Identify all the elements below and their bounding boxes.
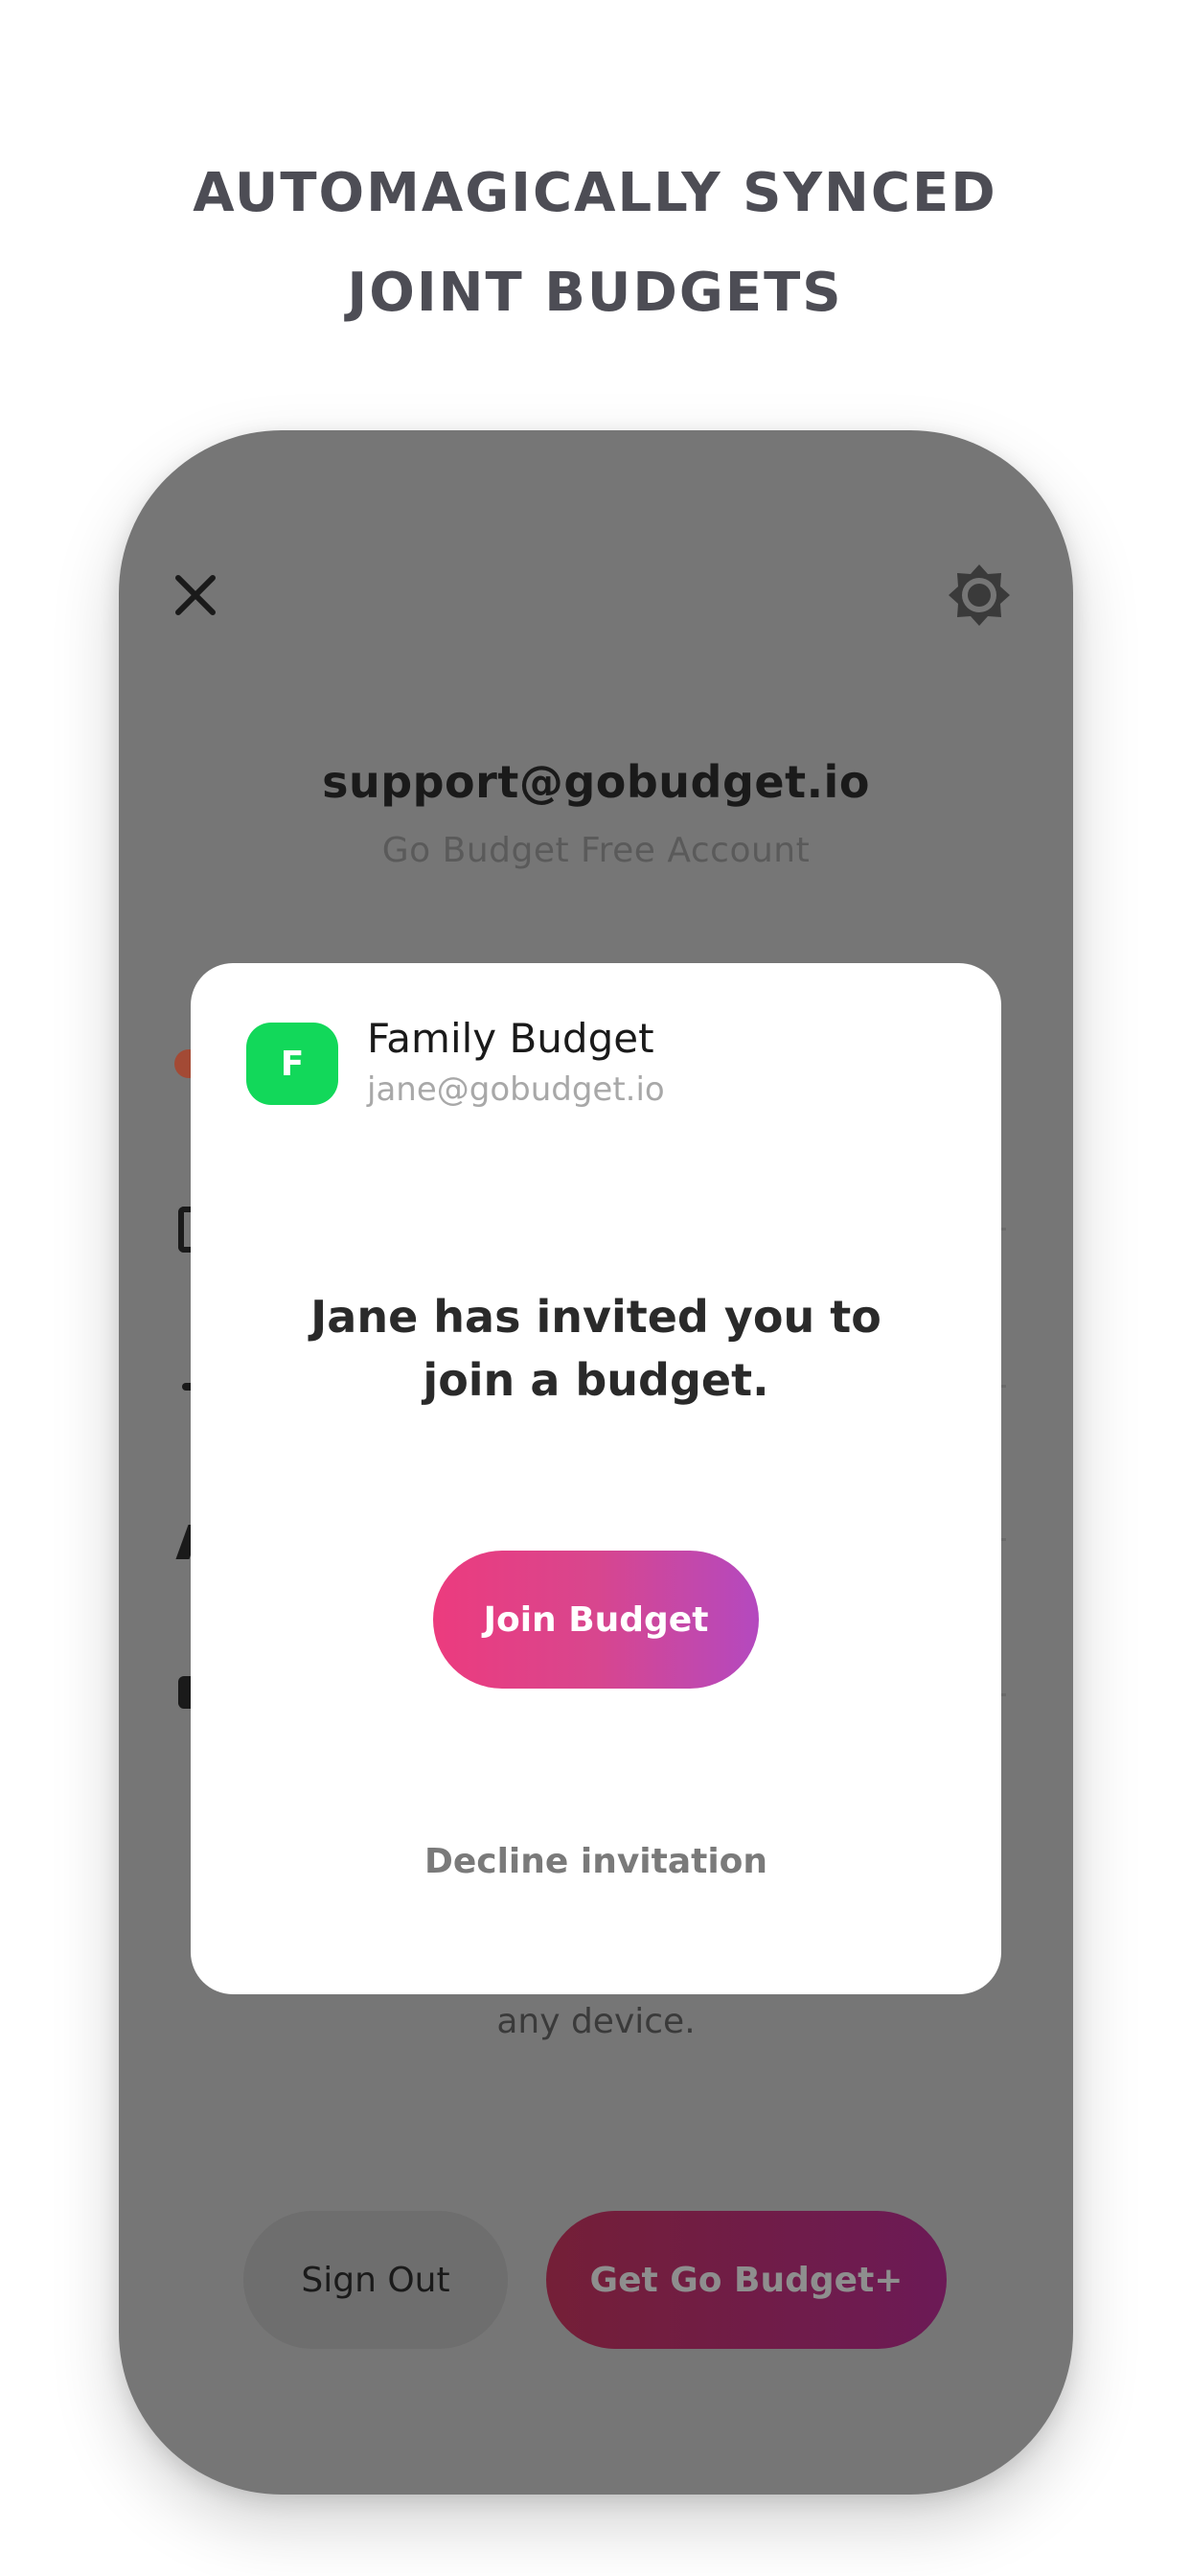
headline-line-1: AUTOMAGICALLY SYNCED bbox=[193, 162, 997, 224]
marketing-headline: AUTOMAGICALLY SYNCED JOINT BUDGETS bbox=[0, 144, 1190, 343]
account-email: support@gobudget.io bbox=[322, 756, 870, 808]
invite-message-line-2: join a budget. bbox=[423, 1354, 769, 1406]
invite-message: Jane has invited you to join a budget. bbox=[229, 1285, 963, 1412]
close-icon[interactable] bbox=[169, 568, 222, 622]
gear-icon[interactable] bbox=[945, 561, 1014, 630]
device-note: any device. bbox=[496, 2002, 696, 2041]
account-plan: Go Budget Free Account bbox=[381, 831, 811, 870]
upgrade-button[interactable]: Get Go Budget+ bbox=[546, 2211, 947, 2349]
join-budget-button[interactable]: Join Budget bbox=[433, 1551, 759, 1689]
budget-avatar: F bbox=[246, 1023, 338, 1105]
budget-name: Family Budget bbox=[367, 1015, 654, 1062]
budget-owner-email: jane@gobudget.io bbox=[367, 1070, 665, 1109]
app-store-screenshot: AUTOMAGICALLY SYNCED JOINT BUDGETS suppo… bbox=[0, 0, 1190, 2576]
decline-invitation-link[interactable]: Decline invitation bbox=[191, 1842, 1001, 1881]
invite-message-line-1: Jane has invited you to bbox=[310, 1291, 881, 1343]
sign-out-button[interactable]: Sign Out bbox=[243, 2211, 508, 2349]
headline-line-2: JOINT BUDGETS bbox=[347, 262, 843, 324]
phone-frame: support@gobudget.io Go Budget Free Accou… bbox=[119, 430, 1073, 2495]
invite-modal: F Family Budget jane@gobudget.io Jane ha… bbox=[191, 963, 1001, 1994]
